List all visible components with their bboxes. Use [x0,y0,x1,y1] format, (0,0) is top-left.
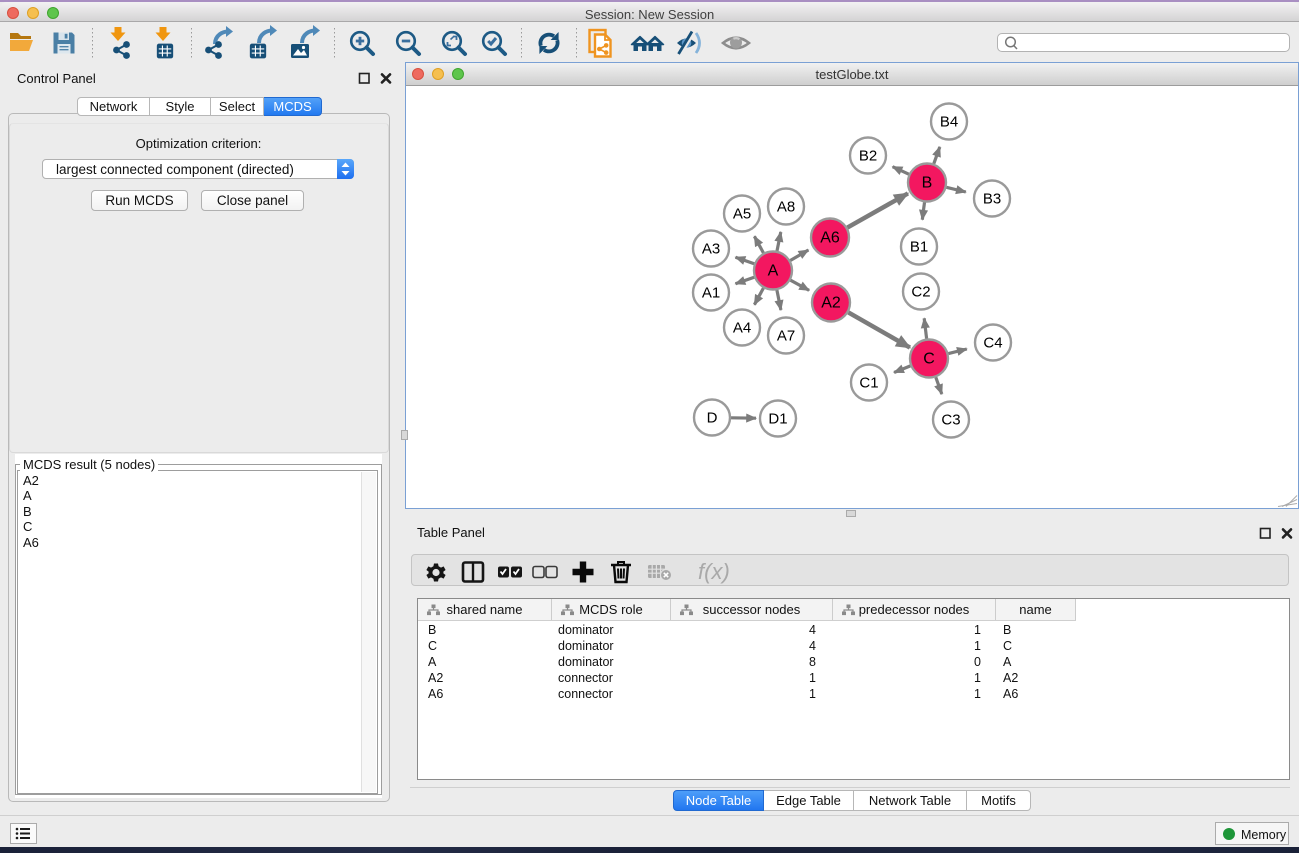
svg-text:C: C [923,351,935,368]
svg-text:A5: A5 [733,206,751,223]
svg-text:A3: A3 [702,241,720,258]
svg-text:B1: B1 [910,239,928,256]
svg-text:C2: C2 [911,284,930,301]
svg-text:C4: C4 [983,335,1002,352]
svg-text:B4: B4 [940,114,958,131]
svg-text:B: B [922,175,933,192]
svg-text:f(x): f(x) [698,559,730,584]
svg-text:A1: A1 [702,285,720,302]
svg-text:C3: C3 [941,412,960,429]
svg-text:A6: A6 [820,230,840,247]
svg-text:A2: A2 [821,295,841,312]
svg-text:A7: A7 [777,328,795,345]
svg-text:B3: B3 [983,191,1001,208]
svg-text:B2: B2 [859,148,877,165]
svg-text:D1: D1 [768,411,787,428]
svg-text:A: A [768,263,779,280]
svg-text:A8: A8 [777,199,795,216]
svg-text:C1: C1 [859,375,878,392]
svg-text:D: D [707,410,718,427]
svg-text:A4: A4 [733,320,751,337]
